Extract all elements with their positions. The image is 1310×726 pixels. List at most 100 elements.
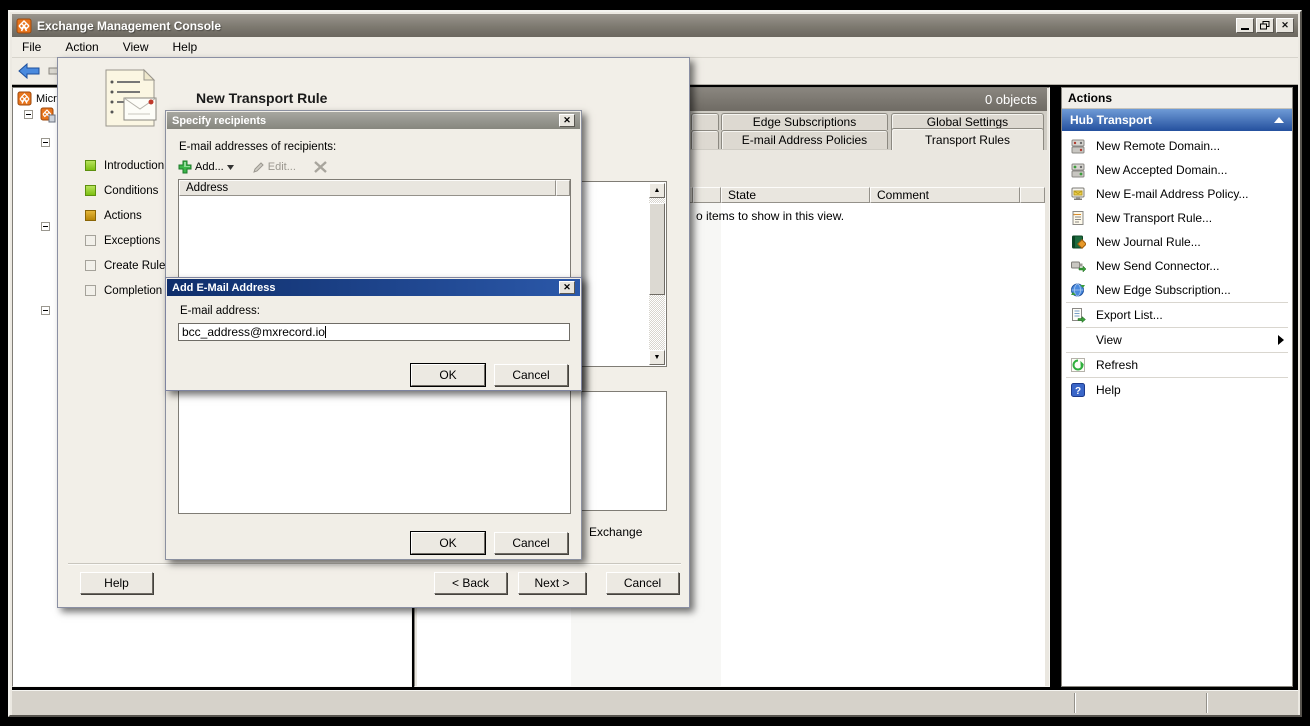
- collapse-chevron-icon: [1274, 117, 1284, 123]
- transport-rule-wizard-icon: [100, 68, 160, 130]
- edit-button[interactable]: Edit...: [252, 161, 296, 174]
- actions-items: New Remote Domain... New Accepted Domain…: [1062, 134, 1292, 402]
- remote-domain-icon: [1070, 138, 1086, 154]
- column-header-blank[interactable]: [1020, 187, 1045, 203]
- tree-expander[interactable]: [41, 306, 50, 315]
- refresh-icon: [1070, 357, 1086, 373]
- add-email-ok-button[interactable]: OK: [411, 364, 485, 386]
- action-new-edge-subscription[interactable]: New Edge Subscription...: [1062, 278, 1292, 302]
- submenu-arrow-icon: [1278, 335, 1284, 345]
- exchange-node-icon: [17, 91, 32, 106]
- step-status-icon: [85, 185, 96, 196]
- menu-help[interactable]: Help: [173, 40, 198, 54]
- tree-expander[interactable]: [24, 110, 33, 119]
- action-new-remote-domain[interactable]: New Remote Domain...: [1062, 134, 1292, 158]
- exchange-org-icon: [40, 107, 56, 123]
- objects-count: 0 objects: [985, 92, 1037, 107]
- action-new-accepted-domain[interactable]: New Accepted Domain...: [1062, 158, 1292, 182]
- add-plus-icon: [178, 160, 192, 174]
- menu-view[interactable]: View: [123, 40, 149, 54]
- wizard-title: New Transport Rule: [196, 90, 327, 106]
- wizard-back-button[interactable]: < Back: [434, 572, 507, 594]
- close-icon: ✕: [563, 283, 571, 292]
- hub-transport-group-header[interactable]: Hub Transport: [1062, 109, 1292, 131]
- accepted-domain-icon: [1070, 162, 1086, 178]
- column-header-cap[interactable]: [556, 180, 570, 196]
- actions-panel-title: Actions: [1062, 88, 1292, 109]
- export-list-icon: [1070, 307, 1086, 323]
- menu-action[interactable]: Action: [65, 40, 98, 54]
- action-new-transport-rule[interactable]: New Transport Rule...: [1062, 206, 1292, 230]
- add-email-address-dialog: Add E-Mail Address ✕ E-mail address: bcc…: [165, 277, 582, 391]
- action-new-send-connector[interactable]: New Send Connector...: [1062, 254, 1292, 278]
- tree-expander[interactable]: [41, 138, 50, 147]
- specify-cancel-button[interactable]: Cancel: [494, 532, 568, 554]
- column-header-address[interactable]: Address: [179, 180, 556, 196]
- action-new-email-address-policy[interactable]: New E-mail Address Policy...: [1062, 182, 1292, 206]
- tree-root-node[interactable]: Micr: [17, 91, 57, 106]
- svg-text:?: ?: [1075, 386, 1081, 397]
- delete-x-icon[interactable]: [314, 161, 327, 173]
- add-email-titlebar[interactable]: Add E-Mail Address ✕: [167, 279, 580, 296]
- specify-ok-button[interactable]: OK: [411, 532, 485, 554]
- add-email-cancel-button[interactable]: Cancel: [494, 364, 568, 386]
- help-icon: ?: [1070, 382, 1086, 398]
- close-button[interactable]: ✕: [559, 281, 575, 294]
- transport-rule-icon: [1070, 210, 1086, 226]
- email-address-label: E-mail address:: [180, 305, 260, 317]
- back-icon[interactable]: [18, 63, 40, 79]
- step-status-icon: [85, 235, 96, 246]
- text-caret: [325, 326, 326, 338]
- add-email-title: Add E-Mail Address: [172, 282, 276, 294]
- step-status-icon: [85, 260, 96, 271]
- status-divider: [1206, 693, 1208, 713]
- menubar: File Action View Help: [12, 37, 1298, 58]
- add-button[interactable]: Add...: [178, 160, 234, 174]
- wizard-list-scrollbar[interactable]: ▲ ▼: [649, 183, 665, 365]
- column-header-comment[interactable]: Comment: [870, 187, 1020, 203]
- window-titlebar[interactable]: Exchange Management Console ✕: [12, 14, 1298, 37]
- action-view[interactable]: View: [1062, 328, 1292, 352]
- minimize-icon: [1241, 28, 1249, 30]
- email-address-value: bcc_address@mxrecord.io: [182, 325, 325, 339]
- email-address-input[interactable]: bcc_address@mxrecord.io: [178, 323, 570, 341]
- restore-button[interactable]: [1256, 18, 1274, 33]
- action-refresh[interactable]: Refresh: [1062, 353, 1292, 377]
- action-help[interactable]: ? Help: [1062, 378, 1292, 402]
- empty-view-message: o items to show in this view.: [696, 209, 844, 223]
- scroll-down-icon[interactable]: ▼: [649, 350, 665, 365]
- scroll-up-icon[interactable]: ▲: [649, 183, 665, 198]
- step-status-icon: [85, 210, 96, 221]
- action-new-journal-rule[interactable]: New Journal Rule...: [1062, 230, 1292, 254]
- action-export-list[interactable]: Export List...: [1062, 303, 1292, 327]
- email-address-policy-icon: [1070, 186, 1086, 202]
- tree-expander[interactable]: [41, 222, 50, 231]
- close-button[interactable]: ✕: [559, 114, 575, 127]
- close-icon: ✕: [1281, 21, 1289, 30]
- tab-transport-rules[interactable]: Transport Rules: [891, 128, 1044, 150]
- wizard-next-button[interactable]: Next >: [518, 572, 586, 594]
- add-dropdown-icon: [227, 165, 234, 170]
- tab-fragment[interactable]: [691, 113, 719, 130]
- scrollbar-thumb[interactable]: [649, 203, 665, 295]
- send-connector-icon: [1070, 258, 1086, 274]
- wizard-help-button[interactable]: Help: [80, 572, 153, 594]
- column-header-blank[interactable]: [693, 187, 721, 203]
- edge-subscription-icon: [1070, 282, 1086, 298]
- close-button[interactable]: ✕: [1276, 18, 1294, 33]
- window-title: Exchange Management Console: [37, 19, 1234, 33]
- column-header-state[interactable]: State: [721, 187, 870, 203]
- tab-edge-subscriptions[interactable]: Edge Subscriptions: [721, 113, 888, 130]
- actions-panel: Actions Hub Transport New Remote Domain.…: [1061, 87, 1293, 687]
- recipients-list-header: Address: [179, 180, 570, 196]
- tree-root-label: Micr: [36, 93, 57, 105]
- restore-icon: [1260, 21, 1270, 30]
- menu-file[interactable]: File: [22, 40, 41, 54]
- tab-email-address-policies[interactable]: E-mail Address Policies: [721, 130, 888, 149]
- specify-recipients-titlebar[interactable]: Specify recipients ✕: [167, 112, 580, 129]
- minimize-button[interactable]: [1236, 18, 1254, 33]
- exchange-logo-icon: [16, 18, 32, 34]
- wizard-cancel-button[interactable]: Cancel: [606, 572, 679, 594]
- status-bar: [12, 690, 1298, 715]
- tab-fragment[interactable]: [691, 130, 719, 149]
